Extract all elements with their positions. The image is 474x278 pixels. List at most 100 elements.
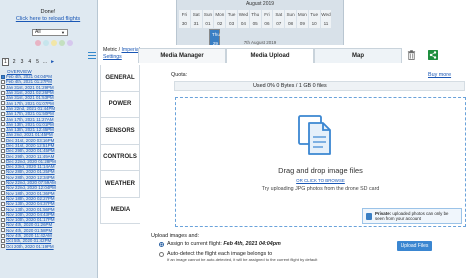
flight-checkbox[interactable] [1,201,5,206]
calendar-day[interactable]: Sun 08 [285,10,296,28]
flight-checkbox[interactable] [1,111,5,116]
color-filter-dot[interactable] [67,40,73,46]
flight-link[interactable]: Oct 20th, 2020 01:19PM [6,244,54,249]
flight-link[interactable]: Jan 31st, 2021 01:53PM [6,95,54,100]
category-power[interactable]: POWER [100,91,140,118]
page-number[interactable]: 5 [35,59,40,65]
flight-link[interactable]: Jan 17th, 2021 01:50PM [6,111,54,116]
tab-media-manager[interactable]: Media Manager [138,48,226,63]
tab-media-upload[interactable]: Media Upload [226,48,314,63]
flight-link[interactable]: Feb 4th, 2021 01:27PM [6,79,52,84]
flight-checkbox[interactable] [1,217,5,222]
calendar-day[interactable]: Mon 09 [296,10,308,28]
flight-checkbox[interactable] [1,122,5,127]
flight-checkbox[interactable] [1,212,5,217]
flight-link[interactable]: Nov 18th, 2020 01:36PM [6,191,55,196]
flight-checkbox[interactable] [1,85,5,90]
tab-map[interactable]: Map [314,48,402,63]
calendar-day[interactable]: Sat 31 [190,10,202,28]
flight-link[interactable]: Dec 29th, 2020 11:49AM [6,154,54,159]
flight-link[interactable]: Oct 5th, 2020 01:42PM [6,238,51,243]
flight-checkbox[interactable] [1,222,5,227]
flight-link[interactable]: Jan 13th, 2021 12:45PM [6,127,54,132]
page-number[interactable]: 1 [2,58,9,66]
flight-checkbox[interactable] [1,244,5,249]
flight-filter-select[interactable]: All ▼ [32,29,68,36]
color-filter-dot[interactable] [59,40,65,46]
flight-link[interactable]: Nov 22nd, 2020 12:04PM [6,185,56,190]
buy-more-link[interactable]: Buy more [428,72,451,78]
flight-link[interactable]: Dec 22nd, 2020 01:28PM [6,159,56,164]
calendar-day[interactable]: Wed 11 [320,10,332,28]
flight-checkbox[interactable] [1,238,5,243]
drop-zone[interactable]: Drag and drop image files OR CLICK TO BR… [175,97,466,227]
flight-checkbox[interactable] [1,95,5,100]
flight-checkbox[interactable] [1,169,5,174]
category-sensors[interactable]: SENSORS [100,118,140,145]
page-number[interactable]: 3 [20,59,25,65]
flight-link[interactable]: Nov 13th, 2020 04:37PM [6,201,55,206]
browse-link[interactable]: OR CLICK TO BROWSE [176,178,465,183]
flight-link[interactable]: Nov 4th, 2020 01:58PM [6,228,52,233]
calendar-day[interactable]: Sun 01 [202,10,214,28]
category-weather[interactable]: WEATHER [100,171,140,198]
flight-list-item[interactable]: Oct 20th, 2020 01:19PM [1,244,97,249]
flight-checkbox[interactable] [1,127,5,132]
flight-checkbox[interactable] [1,74,5,79]
flight-checkbox[interactable] [1,101,5,106]
calendar-day[interactable]: Tue 03 [226,10,237,28]
flight-link[interactable]: Jan 31st, 2021 02:26PM [6,90,54,95]
menu-icon[interactable] [88,52,96,61]
flight-link[interactable]: Nov 4th, 2020 11:42AM [6,233,52,238]
flight-checkbox[interactable] [1,185,5,190]
flight-link[interactable]: Jan 22nd, 2021 01:44PM [6,106,55,111]
next-page-icon[interactable]: ► [50,59,55,65]
calendar-day[interactable]: Fri 30 [179,10,190,28]
flight-checkbox[interactable] [1,164,5,169]
trash-icon[interactable] [407,50,416,60]
flight-checkbox[interactable] [1,196,5,201]
flight-checkbox[interactable] [1,228,5,233]
flight-checkbox[interactable] [1,117,5,122]
flight-checkbox[interactable] [1,132,5,137]
category-controls[interactable]: CONTROLS [100,144,140,171]
flight-checkbox[interactable] [1,191,5,196]
upload-files-button[interactable]: Upload Files [397,241,432,251]
flight-link[interactable]: Dec 31st, 2020 03:16PM [6,138,54,143]
flight-link[interactable]: Nov 10th, 2020 01:17PM [6,217,55,222]
radio-assign-current[interactable] [159,241,164,247]
color-filter-dot[interactable] [43,40,49,46]
flight-checkbox[interactable] [1,154,5,159]
flight-checkbox[interactable] [1,138,5,143]
flight-link[interactable]: Dec 23rd, 2020 11:14AM [6,164,55,169]
flight-link[interactable]: Nov 18th, 2020 02:27PM [6,196,55,201]
flight-checkbox[interactable] [1,207,5,212]
flight-link[interactable]: Jan 13th, 2021 01:01PM [6,122,54,127]
flight-checkbox[interactable] [1,175,5,180]
option-auto-detect[interactable]: Auto-detect the flight each image belong… [159,251,317,262]
flight-link[interactable]: Jan 2nd, 2021 01:45PM [6,132,53,137]
flight-checkbox[interactable] [1,79,5,84]
calendar-day[interactable]: Thu 05 [249,10,261,28]
calendar-day[interactable]: Sat 07 [273,10,285,28]
flight-checkbox[interactable] [1,148,5,153]
settings-link[interactable]: Settings [103,54,122,60]
calendar-day[interactable]: Fri 06 [261,10,273,28]
calendar-day[interactable]: Tue 10 [308,10,320,28]
flight-link[interactable]: Dec 31st, 2020 12:51PM [6,143,54,148]
flight-checkbox[interactable] [1,143,5,148]
color-filter-dot[interactable] [51,40,57,46]
flight-link[interactable]: Nov 28th, 2020 01:25PM [6,169,55,174]
page-number[interactable]: 4 [27,59,32,65]
calendar-day[interactable]: Mon 02 [214,10,226,28]
flight-link[interactable]: Jan 17th, 2021 11:27AM [6,117,54,122]
flight-checkbox[interactable] [1,180,5,185]
flight-checkbox[interactable] [1,106,5,111]
flight-checkbox[interactable] [1,90,5,95]
radio-auto-detect[interactable] [159,251,164,257]
flight-link[interactable]: Jan 31st, 2021 01:29PM [6,85,54,90]
flight-link[interactable]: Jan 17th, 2021 01:07PM [6,101,54,106]
flight-link[interactable]: Dec 29th, 2020 01:45PM [6,148,55,153]
flight-checkbox[interactable] [1,233,5,238]
flight-link[interactable]: Nov 28th, 2020 12:34PM [6,175,55,180]
